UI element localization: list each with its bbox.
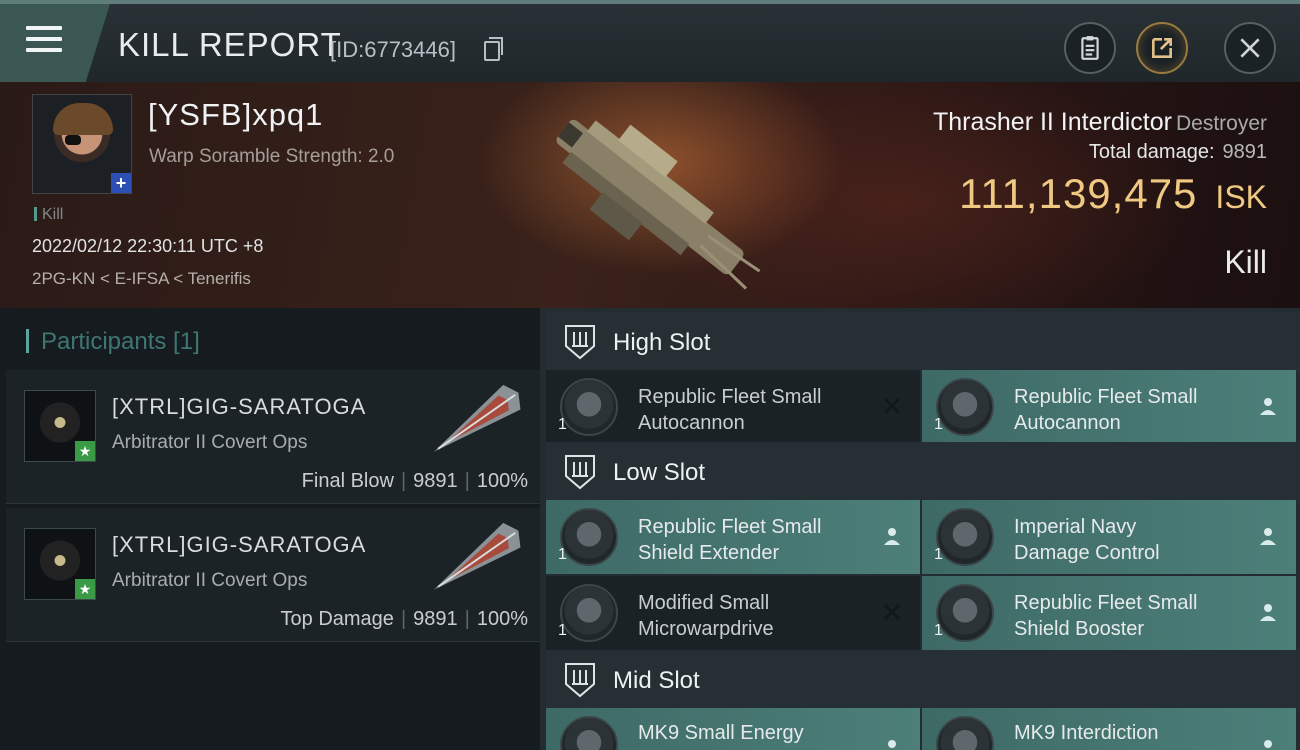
participant-ship-image [434,522,521,590]
participant-stats: Top Damage | 9891 | 100% [280,608,528,630]
participant-stats: Final Blow | 9891 | 100% [301,470,528,492]
module-slot[interactable]: 1 Imperial Navy Damage Control [922,500,1296,574]
participant-ship: Arbitrator II Covert Ops [112,570,308,591]
warp-scramble-strength: Warp Soramble Strength: 2.0 [149,146,395,167]
kill-datetime: 2022/02/12 22:30:11 UTC +8 [32,236,264,256]
module-slot[interactable]: 1 Republic Fleet Small Autocannon [922,370,1296,444]
victim-summary: + [YSFB]xpq1 Warp Soramble Strength: 2.0… [0,82,1300,308]
module-slot[interactable]: 1 Modified Small Microwarpdrive [546,576,920,650]
pilot-icon [888,740,896,748]
kill-tag: Kill [34,206,63,224]
victim-avatar[interactable]: + [32,94,132,194]
victim-name[interactable]: [YSFB]xpq1 [148,97,323,133]
module-slot[interactable]: MK9 Small Energy [546,708,920,750]
participant-name: [XTRL]GIG-SARATOGA [112,394,367,419]
interdiction-module-icon [936,716,994,750]
slot-shield-icon [565,325,595,360]
participant-name: [XTRL]GIG-SARATOGA [112,532,367,557]
clipboard-icon [1081,36,1099,60]
share-icon [1152,38,1172,58]
damage-control-icon [936,508,994,566]
menu-button[interactable] [0,4,110,82]
pilot-icon [1260,528,1276,545]
participant-ship: Arbitrator II Covert Ops [112,432,308,453]
pilot-icon [1264,740,1272,748]
module-slot[interactable]: 1 Republic Fleet Small Shield Booster [922,576,1296,650]
autocannon-icon [936,378,994,436]
victim-ship-name[interactable]: Thrasher II Interdictor Destroyer [933,108,1267,137]
copy-icon[interactable] [484,37,503,61]
add-contact-icon: + [111,173,131,193]
victim-ship-image [556,119,761,290]
star-icon: ★ [75,579,95,599]
fitting-panel: High Slot 1 Republic Fleet Small Autocann… [540,308,1300,750]
microwarpdrive-icon [560,584,618,642]
destroyed-x-icon [884,604,900,620]
module-slot[interactable]: MK9 Interdiction [922,708,1296,750]
result-label: Kill [1224,244,1267,280]
low-slot-header: Low Slot [546,442,1300,502]
participant-ship-image [434,384,521,452]
destroyed-x-icon [884,398,900,414]
pilot-icon [884,528,900,545]
menu-icon [26,26,62,59]
energy-module-icon [560,716,618,750]
pilot-icon [1260,604,1276,621]
module-slot[interactable]: 1 Republic Fleet Small Shield Extender [546,500,920,574]
participant-avatar: ★ [24,390,96,462]
star-icon: ★ [75,441,95,461]
autocannon-icon [560,378,618,436]
pilot-icon [1260,398,1276,415]
isk-value: 111,139,475 ISK [959,170,1267,217]
kill-location[interactable]: 2PG-KN < E-IFSA < Tenerifis [32,269,251,289]
high-slot-header: High Slot [546,312,1300,372]
top-bar: KILL REPORT [ID:6773446] [0,0,1300,82]
participant-row[interactable]: ★ [XTRL]GIG-SARATOGA Arbitrator II Cover… [6,508,540,642]
clipboard-button[interactable] [1064,22,1116,74]
slot-shield-icon [565,455,595,490]
participant-row[interactable]: ★ [XTRL]GIG-SARATOGA Arbitrator II Cover… [6,370,540,504]
close-icon [1240,38,1260,58]
ship-class: Destroyer [1175,112,1267,135]
total-damage: Total damage: 9891 [1088,141,1267,163]
close-button[interactable] [1224,22,1276,74]
shield-extender-icon [560,508,618,566]
share-button[interactable] [1136,22,1188,74]
report-id: [ID:6773446] [330,37,456,62]
participants-panel: Participants [1] ★ [XTRL]GIG-SARATOGA Ar… [0,308,540,750]
page-title: KILL REPORT [118,26,342,63]
slot-shield-icon [565,663,595,698]
module-slot[interactable]: 1 Republic Fleet Small Autocannon [546,370,920,444]
participants-header: Participants [1] [26,328,200,356]
participant-avatar: ★ [24,528,96,600]
mid-slot-header: Mid Slot [546,650,1300,710]
shield-booster-icon [936,584,994,642]
